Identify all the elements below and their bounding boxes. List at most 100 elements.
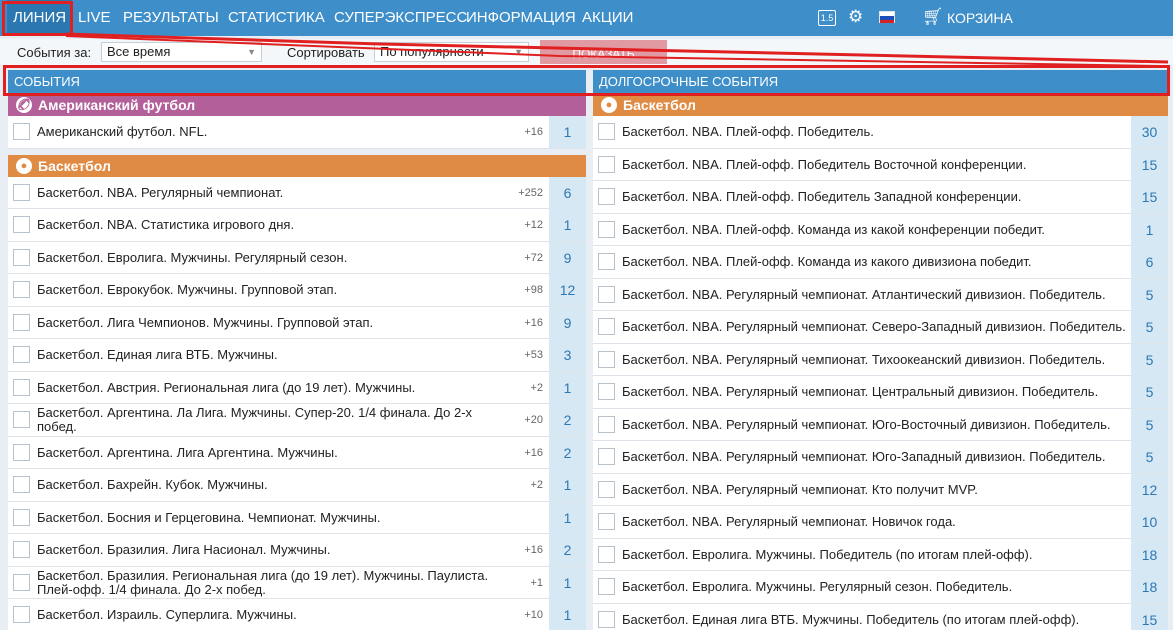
- sport-header-basketball[interactable]: ● Баскетбол: [8, 154, 586, 177]
- row-checkbox[interactable]: [598, 480, 615, 498]
- row-checkbox[interactable]: [598, 415, 615, 433]
- list-item[interactable]: Баскетбол. Евролига. Мужчины. Регулярный…: [8, 241, 586, 274]
- event-count[interactable]: 6: [549, 176, 586, 209]
- more-markets-count[interactable]: +16: [524, 534, 543, 566]
- list-item[interactable]: Баскетбол. NBA. Регулярный чемпионат. Кт…: [593, 473, 1168, 506]
- row-checkbox[interactable]: [598, 220, 615, 238]
- more-markets-count[interactable]: +12: [524, 209, 543, 241]
- list-item[interactable]: Баскетбол. Босния и Герцеговина. Чемпион…: [8, 501, 586, 534]
- row-checkbox[interactable]: [598, 610, 615, 628]
- event-count[interactable]: 1: [549, 371, 586, 404]
- row-checkbox[interactable]: [598, 123, 615, 140]
- more-markets-count[interactable]: +252: [518, 177, 543, 209]
- event-count[interactable]: 5: [1131, 343, 1168, 376]
- event-count[interactable]: 18: [1131, 538, 1168, 571]
- row-checkbox[interactable]: [13, 281, 30, 298]
- event-count[interactable]: 1: [1131, 213, 1168, 246]
- event-count[interactable]: 10: [1131, 506, 1168, 538]
- list-item[interactable]: Баскетбол. Евролига. Мужчины. Регулярный…: [593, 571, 1168, 604]
- row-checkbox[interactable]: [598, 155, 615, 173]
- event-count[interactable]: 12: [549, 274, 586, 306]
- row-checkbox[interactable]: [13, 248, 30, 266]
- row-checkbox[interactable]: [598, 513, 615, 530]
- row-checkbox[interactable]: [598, 383, 615, 400]
- list-item[interactable]: Баскетбол. Бразилия. Лига Насионал. Мужч…: [8, 534, 586, 567]
- row-checkbox[interactable]: [13, 508, 30, 526]
- list-item[interactable]: Баскетбол. NBA. Плей-офф. Победитель Вос…: [593, 148, 1168, 181]
- event-count[interactable]: 18: [1131, 571, 1168, 603]
- more-markets-count[interactable]: +20: [524, 404, 543, 436]
- list-item[interactable]: Баскетбол. NBA. Регулярный чемпионат. Юг…: [593, 441, 1168, 474]
- more-markets-count[interactable]: +72: [524, 242, 543, 274]
- more-markets-count[interactable]: +98: [524, 274, 543, 306]
- row-checkbox[interactable]: [13, 346, 30, 363]
- list-item[interactable]: Баскетбол. Бахрейн. Кубок. Мужчины. +2 1: [8, 469, 586, 502]
- event-count[interactable]: 6: [1131, 246, 1168, 278]
- row-checkbox[interactable]: [598, 188, 615, 205]
- event-count[interactable]: 15: [1131, 148, 1168, 181]
- list-item[interactable]: Баскетбол. NBA. Плей-офф. Победитель Зап…: [593, 181, 1168, 214]
- list-item[interactable]: Баскетбол. NBA. Регулярный чемпионат. Но…: [593, 506, 1168, 539]
- event-count[interactable]: 5: [1131, 408, 1168, 441]
- list-item[interactable]: Баскетбол. Израиль. Суперлига. Мужчины. +…: [8, 599, 586, 630]
- row-checkbox[interactable]: [13, 378, 30, 396]
- list-item[interactable]: Баскетбол. Аргентина. Ла Лига. Мужчины. …: [8, 404, 586, 437]
- event-count[interactable]: 5: [1131, 376, 1168, 408]
- list-item[interactable]: Баскетбол. NBA. Плей-офф. Команда из как…: [593, 213, 1168, 246]
- event-count[interactable]: 2: [549, 436, 586, 469]
- row-checkbox[interactable]: [13, 573, 30, 591]
- list-item[interactable]: Баскетбол. Еврокубок. Мужчины. Групповой…: [8, 274, 586, 307]
- row-checkbox[interactable]: [598, 545, 615, 563]
- more-markets-count[interactable]: +2: [530, 469, 543, 501]
- list-item[interactable]: Баскетбол. Австрия. Региональная лига (д…: [8, 371, 586, 404]
- list-item[interactable]: Баскетбол. Евролига. Мужчины. Победитель…: [593, 538, 1168, 571]
- event-count[interactable]: 2: [549, 534, 586, 566]
- row-checkbox[interactable]: [598, 253, 615, 270]
- event-count[interactable]: 5: [1131, 278, 1168, 311]
- row-checkbox[interactable]: [13, 183, 30, 201]
- list-item[interactable]: Баскетбол. NBA. Регулярный чемпионат. Ат…: [593, 278, 1168, 311]
- list-item[interactable]: Баскетбол. NBA. Регулярный чемпионат. Ти…: [593, 343, 1168, 376]
- row-checkbox[interactable]: [13, 216, 30, 233]
- list-item[interactable]: Баскетбол. Единая лига ВТБ. Мужчины. +53 3: [8, 339, 586, 372]
- row-checkbox[interactable]: [13, 606, 30, 623]
- event-count[interactable]: 1: [549, 566, 586, 599]
- event-count[interactable]: 1: [549, 209, 586, 241]
- list-item[interactable]: Баскетбол. NBA. Регулярный чемпионат. +25…: [8, 176, 586, 209]
- more-markets-count[interactable]: +2: [530, 372, 543, 404]
- row-checkbox[interactable]: [13, 123, 30, 140]
- event-count[interactable]: 9: [549, 241, 586, 274]
- event-count[interactable]: 1: [549, 469, 586, 501]
- list-item[interactable]: Баскетбол. Аргентина. Лига Аргентина. Му…: [8, 436, 586, 469]
- row-checkbox[interactable]: [598, 578, 615, 595]
- event-count[interactable]: 5: [1131, 311, 1168, 343]
- list-item[interactable]: Американский футбол. NFL. +16 1: [8, 116, 586, 149]
- row-checkbox[interactable]: [598, 448, 615, 465]
- more-markets-count[interactable]: +16: [524, 437, 543, 469]
- more-markets-count[interactable]: +16: [524, 307, 543, 339]
- list-item[interactable]: Баскетбол. NBA. Регулярный чемпионат. Це…: [593, 376, 1168, 409]
- list-item[interactable]: Баскетбол. Лига Чемпионов. Мужчины. Груп…: [8, 306, 586, 339]
- list-item[interactable]: Баскетбол. Единая лига ВТБ. Мужчины. Поб…: [593, 603, 1168, 630]
- event-count[interactable]: 9: [549, 306, 586, 339]
- event-count[interactable]: 12: [1131, 473, 1168, 506]
- more-markets-count[interactable]: +53: [524, 339, 543, 371]
- row-checkbox[interactable]: [13, 476, 30, 493]
- event-count[interactable]: 15: [1131, 181, 1168, 213]
- row-checkbox[interactable]: [13, 541, 30, 558]
- event-count[interactable]: 5: [1131, 441, 1168, 473]
- event-count[interactable]: 3: [549, 339, 586, 371]
- more-markets-count[interactable]: +16: [524, 116, 543, 148]
- list-item[interactable]: Баскетбол. NBA. Регулярный чемпионат. Се…: [593, 311, 1168, 344]
- more-markets-count[interactable]: +1: [530, 567, 543, 599]
- row-checkbox[interactable]: [598, 318, 615, 335]
- event-count[interactable]: 1: [549, 599, 586, 630]
- event-count[interactable]: 1: [549, 501, 586, 534]
- event-count[interactable]: 30: [1131, 116, 1168, 148]
- row-checkbox[interactable]: [13, 411, 30, 428]
- more-markets-count[interactable]: +10: [524, 599, 543, 630]
- list-item[interactable]: Баскетбол. NBA. Статистика игрового дня.…: [8, 209, 586, 242]
- row-checkbox[interactable]: [598, 285, 615, 303]
- event-count[interactable]: 2: [549, 404, 586, 436]
- list-item[interactable]: Баскетбол. NBA. Плей-офф. Команда из как…: [593, 246, 1168, 279]
